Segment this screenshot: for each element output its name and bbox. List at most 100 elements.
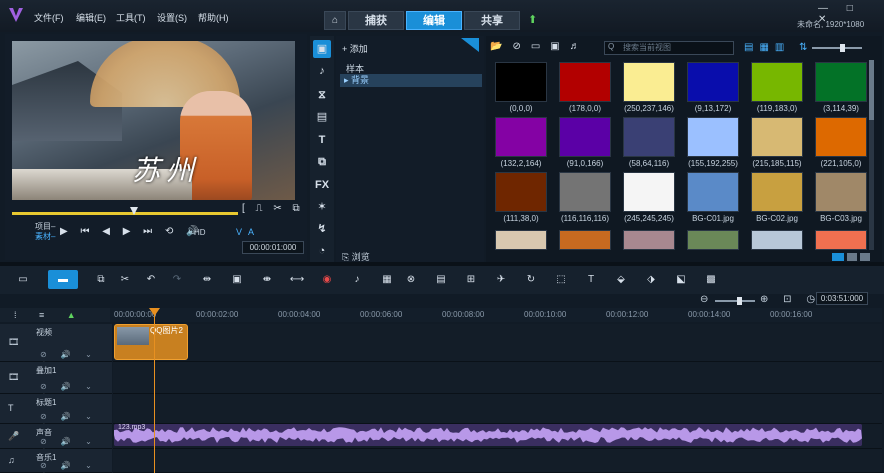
thumbnail-size-slider[interactable] (812, 44, 862, 52)
swatch-tile[interactable] (751, 230, 803, 250)
menu-edit[interactable]: 编辑(E) (76, 11, 106, 24)
title-3d-icon[interactable]: T (582, 273, 600, 287)
scene-icon[interactable]: ▦ (378, 273, 396, 287)
swatch-tile[interactable] (559, 117, 611, 157)
swatch-tile[interactable] (815, 172, 867, 212)
lib-bottom-icon-1[interactable] (832, 253, 844, 261)
transport-controls[interactable]: ▶ ⏮ ◀ ▶ ⏭ ⟲ 🔊 (60, 226, 204, 237)
filter-fx-icon[interactable]: FX (313, 176, 331, 194)
mask-icon[interactable]: ⬙ (612, 273, 630, 287)
swatch-tile[interactable] (559, 62, 611, 102)
quality-select[interactable]: HD (194, 228, 206, 237)
track-toggle-icons[interactable]: ⁞ ≡ ▲ (14, 310, 86, 320)
trim-icon[interactable]: ⇼ (258, 273, 276, 287)
loop-icon[interactable]: ↻ (522, 273, 540, 287)
swatch-tile[interactable] (559, 172, 611, 212)
timeline-playhead[interactable] (154, 308, 155, 473)
swatch-tile[interactable] (559, 230, 611, 250)
trim-buttons[interactable]: [ ⎍ ✂ ⧉ (242, 203, 304, 214)
zoom-slider[interactable] (715, 297, 755, 305)
split-screen-icon[interactable]: ▤ (432, 273, 450, 287)
scrub-bar[interactable] (12, 207, 238, 216)
swatch-tile[interactable] (815, 62, 867, 102)
lib-bottom-icon-3[interactable] (860, 253, 870, 261)
chroma-icon[interactable]: ⬗ (642, 273, 660, 287)
instant-project-icon[interactable]: ♪ (313, 62, 331, 80)
swatch-tile[interactable] (687, 230, 739, 250)
track-manager-icon[interactable]: ⧉ (92, 273, 110, 287)
undo-icon[interactable]: ↶ (142, 273, 160, 287)
zoom-out-icon[interactable]: ⊖ (700, 294, 708, 305)
swatch-tile[interactable] (623, 172, 675, 212)
menu-settings[interactable]: 设置(S) (157, 11, 187, 24)
player-timecode[interactable]: 00:00:01:000 (242, 241, 304, 254)
swatch-tile[interactable] (623, 230, 675, 250)
swatch-tile[interactable] (623, 62, 675, 102)
transition-icon[interactable]: ⧖ (313, 86, 331, 104)
track-controls[interactable]: ⊘ 🔊 ⌄ ▲ (40, 461, 112, 473)
effects-icon[interactable]: ⧉ (313, 153, 331, 171)
library-filter-icons[interactable]: 📂⊘▭▣♬ (490, 41, 590, 52)
snapshot-icon[interactable]: ⬕ (672, 273, 690, 287)
media-icon[interactable]: ▣ (313, 40, 331, 58)
menu-tools[interactable]: 工具(T) (116, 11, 146, 24)
title-icon[interactable]: T (313, 131, 331, 149)
swatch-tile[interactable] (815, 117, 867, 157)
upload-icon[interactable]: ⬆ (528, 13, 537, 26)
redo-icon[interactable]: ↷ (168, 273, 186, 287)
swatch-tile[interactable] (751, 117, 803, 157)
swatch-tile[interactable] (495, 172, 547, 212)
swatch-tile[interactable] (687, 117, 739, 157)
swatch-tile[interactable] (751, 172, 803, 212)
move-icon[interactable]: ⟷ (288, 273, 306, 287)
track-lane[interactable] (113, 362, 882, 394)
link-icon[interactable]: ⊗ (402, 273, 420, 287)
zoom-knob[interactable] (737, 297, 742, 305)
track-header[interactable]: 🎞视频⊘ 🔊 ⌄ ▲ (0, 324, 112, 368)
mode-selector[interactable]: 项目– 素材– (35, 222, 55, 242)
track-lane[interactable] (113, 324, 882, 362)
zoom-in-icon[interactable]: ⊕ ⊡ ◷ (760, 294, 821, 305)
lib-bottom-icon-2[interactable] (847, 253, 857, 261)
color-icon[interactable]: ◉ (318, 273, 336, 287)
record-icon[interactable]: ▣ (228, 273, 246, 287)
tab-edit[interactable]: 编辑 (406, 11, 462, 30)
view-toggle-icons[interactable]: ▤▦▥ ⇅ (744, 42, 814, 53)
swatch-tile[interactable] (751, 62, 803, 102)
mode-clip-label[interactable]: 素材– (35, 232, 55, 242)
home-tab-icon[interactable]: ⌂ (324, 11, 346, 30)
swatch-tile[interactable] (623, 117, 675, 157)
preview-window[interactable]: 苏州 (12, 41, 295, 200)
swatch-tile[interactable] (687, 172, 739, 212)
split-icon[interactable]: ✂ (116, 273, 134, 287)
multicam-icon[interactable]: ⊞ (462, 273, 480, 287)
path-icon[interactable]: ✶ (313, 198, 331, 216)
audio-mix-icon[interactable]: ♪ (348, 273, 366, 287)
fit-icon[interactable]: ⇹ (198, 273, 216, 287)
track-header[interactable]: 🎤声音⊘ 🔊 ⌄ ▲ (0, 424, 112, 455)
speed-icon[interactable]: ◔ (313, 242, 331, 260)
graphics-icon[interactable]: ▤ (313, 108, 331, 126)
motion-icon[interactable]: ↯ (313, 220, 331, 238)
tree-item-background[interactable]: ▸ 背景 (340, 74, 482, 87)
mode-project-label[interactable]: 项目– (35, 222, 55, 232)
library-search-input[interactable]: 搜索当前视图 (604, 41, 734, 55)
swatch-tile[interactable] (815, 230, 867, 250)
track-header[interactable]: T标题1⊘ 🔊 ⌄ ▲ (0, 394, 112, 430)
tab-share[interactable]: 共享 (464, 11, 520, 30)
track-lane[interactable] (113, 394, 882, 424)
menu-file[interactable]: 文件(F) (34, 11, 64, 24)
swatch-tile[interactable] (495, 62, 547, 102)
swatch-tile[interactable] (495, 230, 547, 250)
swatch-tile[interactable] (687, 62, 739, 102)
swatch-tile[interactable] (495, 117, 547, 157)
storyboard-view-icon[interactable]: ▭ (14, 273, 32, 287)
add-folder-button[interactable]: + 添加 (342, 42, 368, 55)
audio-clip[interactable] (114, 424, 862, 446)
track-header[interactable]: 🎞叠加1⊘ 🔊 ⌄ ▲ (0, 362, 112, 400)
track-header[interactable]: ♫音乐1⊘ 🔊 ⌄ ▲ (0, 449, 112, 473)
tab-capture[interactable]: 捕获 (348, 11, 404, 30)
motion-track-icon[interactable]: ✈ (492, 273, 510, 287)
menu-help[interactable]: 帮助(H) (198, 11, 229, 24)
va-toggle[interactable]: V A (236, 227, 256, 237)
